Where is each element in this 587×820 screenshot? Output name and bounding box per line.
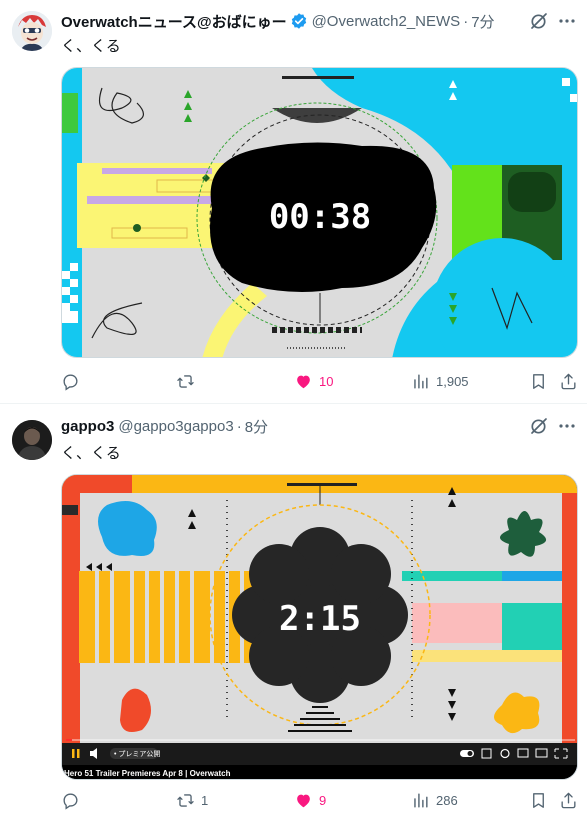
retweet-icon (177, 793, 194, 807)
grok-icon[interactable] (529, 11, 549, 31)
timestamp[interactable]: 8分 (245, 416, 268, 437)
like-button[interactable]: 9 (294, 790, 326, 810)
grok-icon[interactable] (529, 416, 549, 436)
action-bar: 10 1,905 (61, 371, 580, 391)
reply-button[interactable] (61, 790, 86, 810)
retweet-button[interactable] (176, 371, 201, 391)
tweet-article[interactable]: gappo3 @gappo3gappo3 · 8分 く、くる 2:15 • プレ… (0, 404, 587, 820)
timestamp[interactable]: 7分 (471, 11, 494, 32)
like-count: 10 (319, 373, 334, 389)
views-button[interactable]: 286 (411, 790, 458, 810)
avatar-image (12, 420, 52, 460)
countdown-timer: 00:38 (269, 197, 371, 237)
retweet-icon (177, 374, 194, 388)
avatar[interactable] (12, 420, 52, 460)
video-frame: 2:15 • プレミア公開 Hero 51 Trailer Premieres … (62, 475, 577, 779)
action-bar: 1 9 286 (61, 790, 580, 810)
media-image[interactable]: 00:38 (61, 67, 578, 358)
reply-icon (63, 792, 78, 810)
video-title: Hero 51 Trailer Premieres Apr 8 | Overwa… (64, 769, 231, 778)
views-icon (414, 373, 428, 389)
bookmark-icon (533, 792, 544, 808)
heart-icon (297, 794, 310, 807)
avatar-image (12, 11, 52, 51)
handle[interactable]: @gappo3gappo3 (118, 418, 233, 435)
bookmark-button[interactable] (529, 790, 548, 810)
display-name[interactable]: gappo3 (61, 418, 114, 435)
tweet-header: gappo3 @gappo3gappo3 · 8分 (61, 416, 268, 436)
share-icon (561, 792, 576, 808)
reply-button[interactable] (61, 371, 86, 391)
like-button[interactable]: 10 (294, 371, 333, 391)
heart-icon (297, 375, 310, 388)
bookmark-icon (533, 373, 544, 389)
tweet-header: Overwatchニュース@おばにゅー @Overwatch2_NEWS · 7… (61, 11, 495, 31)
share-button[interactable] (559, 790, 578, 810)
display-name[interactable]: Overwatchニュース@おばにゅー (61, 11, 287, 32)
separator-dot: · (236, 417, 242, 435)
countdown-timer: 2:15 (279, 599, 361, 639)
like-count: 9 (319, 792, 327, 808)
video-player[interactable]: 2:15 • プレミア公開 Hero 51 Trailer Premieres … (61, 474, 578, 780)
views-icon (414, 792, 428, 808)
share-button[interactable] (559, 371, 578, 391)
timer-artwork: 00:38 (62, 68, 577, 357)
retweet-count: 1 (201, 792, 209, 808)
avatar[interactable] (12, 11, 52, 51)
bookmark-button[interactable] (529, 371, 548, 391)
share-icon (561, 373, 576, 389)
more-icon[interactable] (557, 11, 577, 31)
tweet-text: く、くる (61, 445, 121, 462)
separator-dot: · (463, 12, 469, 30)
reply-icon (63, 373, 78, 391)
play-pause-icon (72, 749, 75, 758)
verified-badge-icon (291, 13, 306, 29)
handle[interactable]: @Overwatch2_NEWS (312, 13, 461, 30)
tweet-text: く、くる (61, 38, 121, 55)
retweet-button[interactable]: 1 (176, 790, 208, 810)
tweet-article[interactable]: Overwatchニュース@おばにゅー @Overwatch2_NEWS · 7… (0, 0, 587, 404)
premiere-label: • プレミア公開 (114, 750, 160, 758)
views-count: 1,905 (436, 373, 469, 389)
views-button[interactable]: 1,905 (411, 371, 469, 391)
views-count: 286 (436, 792, 458, 808)
more-icon[interactable] (557, 416, 577, 436)
